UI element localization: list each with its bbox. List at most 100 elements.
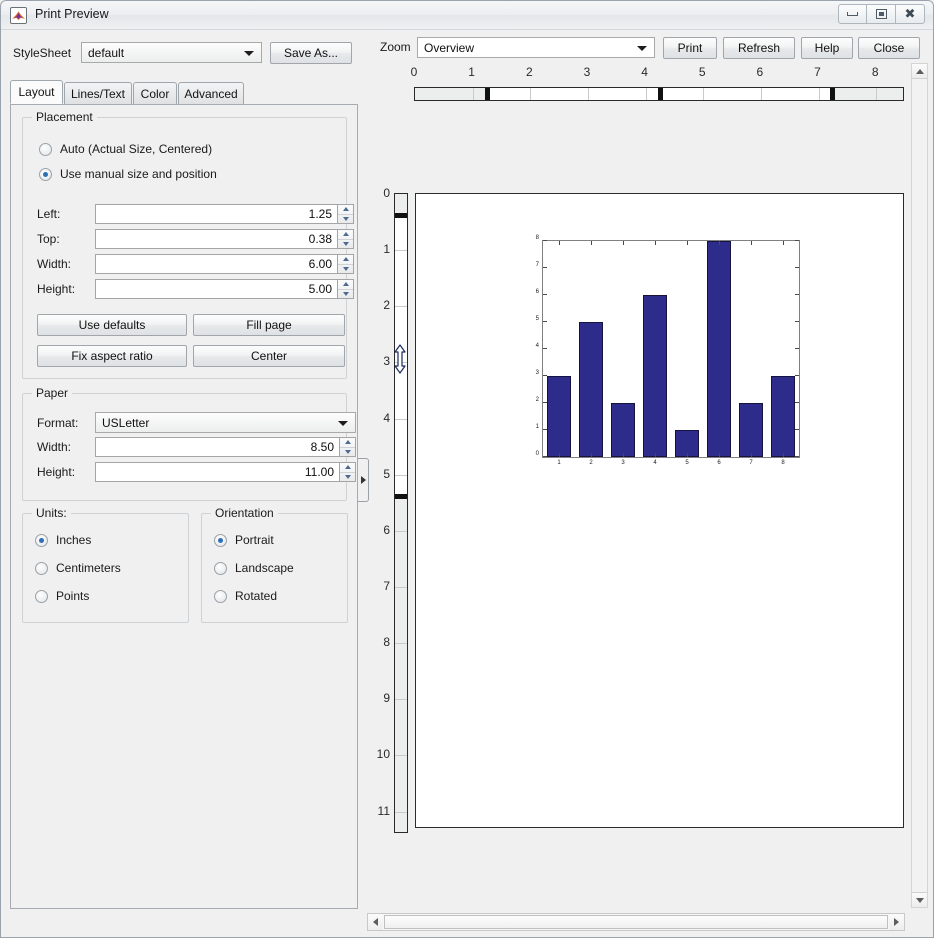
- width-input[interactable]: 6.00: [95, 254, 338, 274]
- fix-aspect-ratio-button[interactable]: Fix aspect ratio: [37, 345, 187, 367]
- stepper-down-icon[interactable]: [340, 448, 355, 457]
- vertical-ruler-tick-label: 6: [383, 522, 390, 537]
- left-stepper[interactable]: [338, 204, 354, 224]
- top-input[interactable]: 0.38: [95, 229, 338, 249]
- scroll-left-arrow-icon[interactable]: [368, 914, 383, 930]
- stylesheet-select[interactable]: default: [81, 42, 262, 63]
- scroll-right-arrow-icon[interactable]: [889, 914, 904, 930]
- placement-group-title: Placement: [32, 110, 97, 124]
- stepper-up-icon[interactable]: [338, 230, 353, 240]
- vertical-resize-cursor-icon: [394, 344, 406, 374]
- stepper-up-icon[interactable]: [340, 438, 355, 448]
- top-stepper[interactable]: [338, 229, 354, 249]
- panel-splitter-handle[interactable]: [358, 458, 369, 502]
- orientation-option-rotated[interactable]: Rotated: [214, 589, 277, 603]
- scroll-up-arrow-icon[interactable]: [912, 64, 927, 79]
- top-spinner[interactable]: 0.38: [95, 229, 354, 249]
- stepper-up-icon[interactable]: [340, 463, 355, 473]
- orientation-option-landscape[interactable]: Landscape: [214, 561, 294, 575]
- vertical-ruler[interactable]: 0 1 2 3 4 5 6 7 8 9 10 11: [372, 186, 408, 837]
- chart-x-tick: [559, 453, 560, 457]
- horizontal-ruler-margin-marker[interactable]: [657, 88, 663, 100]
- units-option-inches[interactable]: Inches: [35, 533, 91, 547]
- vertical-ruler-tick: [395, 306, 407, 308]
- center-button[interactable]: Center: [193, 345, 345, 367]
- height-stepper[interactable]: [338, 279, 354, 299]
- tab-lines-text[interactable]: Lines/Text: [64, 82, 132, 104]
- horizontal-ruler-margin-marker[interactable]: [830, 88, 836, 100]
- paper-format-select[interactable]: USLetter: [95, 412, 356, 433]
- window-controls: ✖: [838, 4, 925, 24]
- stepper-up-icon[interactable]: [338, 280, 353, 290]
- horizontal-scroll-thumb[interactable]: [384, 915, 888, 929]
- chart-x-tick: [719, 241, 720, 245]
- stepper-up-icon[interactable]: [338, 255, 353, 265]
- maximize-button[interactable]: [867, 4, 896, 24]
- preview-vertical-scrollbar[interactable]: [911, 63, 928, 908]
- use-defaults-button[interactable]: Use defaults: [37, 314, 187, 336]
- help-button[interactable]: Help: [801, 37, 853, 59]
- horizontal-ruler[interactable]: 0 1 2 3 4 5 6 7 8: [406, 65, 911, 105]
- paper-width-input[interactable]: 8.50: [95, 437, 340, 457]
- horizontal-ruler-tick: [587, 88, 589, 100]
- stepper-down-icon[interactable]: [338, 290, 353, 299]
- paper-height-spinner[interactable]: 11.00: [95, 462, 356, 482]
- units-option-points[interactable]: Points: [35, 589, 89, 603]
- chart-y-tick-label: 6: [535, 289, 539, 295]
- fill-page-button[interactable]: Fill page: [193, 314, 345, 336]
- vertical-ruler-bar[interactable]: [394, 193, 408, 833]
- chevron-down-icon: [244, 50, 254, 56]
- width-spinner[interactable]: 6.00: [95, 254, 354, 274]
- radio-icon: [39, 142, 52, 156]
- left-input[interactable]: 1.25: [95, 204, 338, 224]
- paper-width-stepper[interactable]: [340, 437, 356, 457]
- left-spinner[interactable]: 1.25: [95, 204, 354, 224]
- paper-format-value: USLetter: [102, 415, 150, 430]
- tab-color[interactable]: Color: [133, 82, 177, 104]
- horizontal-ruler-margin-marker[interactable]: [484, 88, 490, 100]
- orientation-group-title: Orientation: [211, 506, 278, 520]
- height-input[interactable]: 5.00: [95, 279, 338, 299]
- stepper-down-icon[interactable]: [338, 265, 353, 274]
- stepper-down-icon[interactable]: [338, 215, 353, 224]
- chart-x-tick-label: 2: [589, 460, 593, 466]
- paper-format-label: Format:: [37, 415, 79, 430]
- close-action-button[interactable]: Close: [858, 37, 920, 59]
- tab-advanced[interactable]: Advanced: [178, 82, 244, 104]
- stepper-up-icon[interactable]: [338, 205, 353, 215]
- zoom-select[interactable]: Overview: [417, 37, 655, 58]
- horizontal-ruler-bar[interactable]: [414, 87, 904, 101]
- height-spinner[interactable]: 5.00: [95, 279, 354, 299]
- scroll-down-arrow-icon[interactable]: [912, 892, 927, 907]
- vertical-ruler-margin-marker[interactable]: [395, 212, 407, 218]
- preview-page[interactable]: 0 1 2 3 4 5 6 7 8 1 2 3 4 5 6 7 8: [415, 193, 904, 828]
- paper-height-row: Height: 11.00: [37, 462, 356, 482]
- chart-bar: [643, 295, 667, 457]
- vertical-ruler-margin-marker[interactable]: [395, 493, 407, 499]
- chart-y-tick: [795, 240, 799, 241]
- placement-option-manual[interactable]: Use manual size and position: [39, 167, 217, 181]
- orientation-group: Orientation Portrait Landscape Rotated: [201, 506, 348, 623]
- close-button[interactable]: ✖: [896, 4, 925, 24]
- preview-horizontal-scrollbar[interactable]: [367, 913, 905, 931]
- paper-height-stepper[interactable]: [340, 462, 356, 482]
- width-stepper[interactable]: [338, 254, 354, 274]
- stepper-down-icon[interactable]: [340, 473, 355, 482]
- bar-chart: 0 1 2 3 4 5 6 7 8 1 2 3 4 5 6 7 8: [524, 234, 804, 484]
- collapse-panel-chevron-icon: [360, 476, 366, 484]
- horizontal-ruler-tick: [645, 88, 647, 100]
- orientation-option-portrait[interactable]: Portrait: [214, 533, 274, 547]
- vertical-ruler-tick: [395, 530, 407, 532]
- print-button[interactable]: Print: [663, 37, 717, 59]
- stepper-down-icon[interactable]: [338, 240, 353, 249]
- paper-height-input[interactable]: 11.00: [95, 462, 340, 482]
- refresh-button[interactable]: Refresh: [723, 37, 795, 59]
- minimize-button[interactable]: [838, 4, 867, 24]
- units-option-centimeters[interactable]: Centimeters: [35, 561, 121, 575]
- tab-layout[interactable]: Layout: [10, 80, 63, 104]
- placement-option-auto[interactable]: Auto (Actual Size, Centered): [39, 142, 212, 156]
- horizontal-ruler-tick: [818, 88, 820, 100]
- paper-width-spinner[interactable]: 8.50: [95, 437, 356, 457]
- chart-x-tick: [559, 241, 560, 245]
- save-as-button[interactable]: Save As...: [270, 42, 352, 64]
